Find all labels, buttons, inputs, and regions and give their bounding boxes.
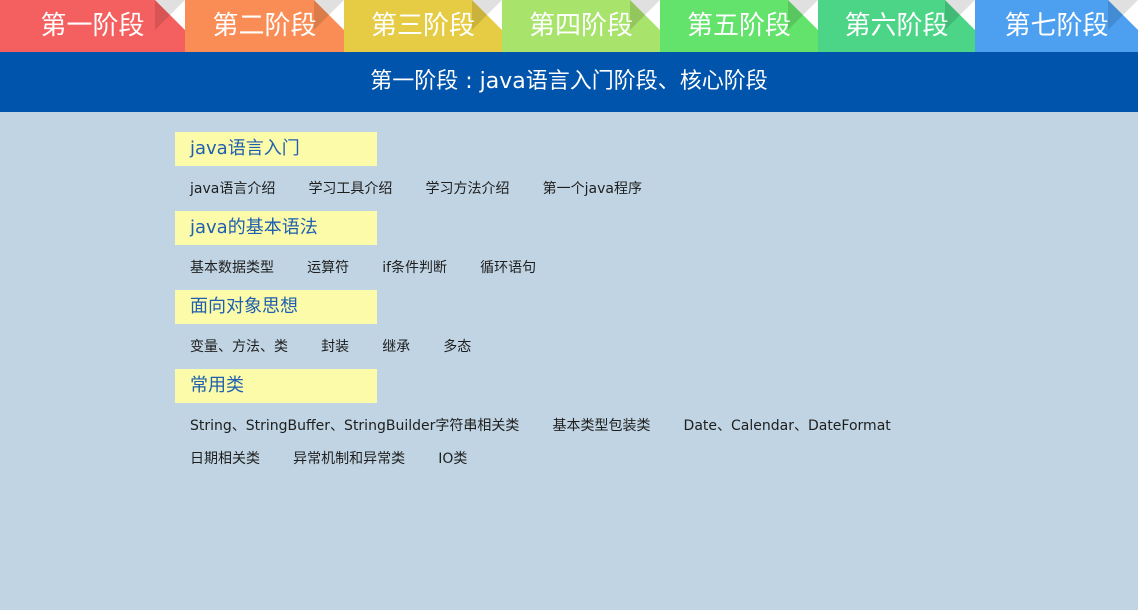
stage-title: 第一阶段 : java语言入门阶段、核心阶段 (370, 69, 768, 94)
section-java-intro: java语言入门 java语言介绍 学习工具介绍 学习方法介绍 第一个java程… (175, 132, 1075, 211)
topic-link[interactable]: 变量、方法、类 (190, 337, 288, 357)
topic-link[interactable]: 基本类型包装类 (552, 416, 650, 436)
curriculum-content: java语言入门 java语言介绍 学习工具介绍 学习方法介绍 第一个java程… (175, 132, 1075, 481)
section-title[interactable]: 常用类 (175, 369, 377, 403)
section-title[interactable]: 面向对象思想 (175, 290, 377, 324)
topic-link[interactable]: 运算符 (307, 258, 349, 278)
topic-link[interactable]: if条件判断 (382, 258, 447, 278)
stage-title-bar: 第一阶段 : java语言入门阶段、核心阶段 (0, 52, 1138, 112)
tab-label: 第一阶段 (40, 11, 145, 41)
topic-link[interactable]: Date、Calendar、DateFormat (684, 416, 891, 436)
topic-link[interactable]: 日期相关类 (190, 449, 260, 469)
section-items: java语言介绍 学习工具介绍 学习方法介绍 第一个java程序 (175, 166, 1075, 211)
tab-stage-3[interactable]: 第三阶段 (344, 0, 502, 52)
tab-stage-1[interactable]: 第一阶段 (0, 0, 185, 52)
section-title[interactable]: java语言入门 (175, 132, 377, 166)
tab-label: 第四阶段 (528, 11, 633, 41)
tab-stage-5[interactable]: 第五阶段 (660, 0, 818, 52)
topic-link[interactable]: java语言介绍 (190, 179, 275, 199)
section-title[interactable]: java的基本语法 (175, 211, 377, 245)
topic-link[interactable]: 学习工具介绍 (308, 179, 392, 199)
tab-stage-6[interactable]: 第六阶段 (818, 0, 975, 52)
section-common-classes: 常用类 String、StringBuffer、StringBuilder字符串… (175, 369, 1075, 481)
tab-stage-4[interactable]: 第四阶段 (502, 0, 660, 52)
section-java-syntax: java的基本语法 基本数据类型 运算符 if条件判断 循环语句 (175, 211, 1075, 290)
tab-label: 第六阶段 (844, 11, 949, 41)
topic-link[interactable]: 封装 (321, 337, 349, 357)
section-items: String、StringBuffer、StringBuilder字符串相关类 … (175, 403, 1075, 481)
topic-link[interactable]: 继承 (382, 337, 410, 357)
topic-link[interactable]: 多态 (443, 337, 471, 357)
topic-link[interactable]: 异常机制和异常类 (293, 449, 405, 469)
topic-link[interactable]: 第一个java程序 (543, 179, 642, 199)
stage-tabs: 第一阶段 第二阶段 第三阶段 第四阶段 第五阶段 第六阶段 第七阶段 (0, 0, 1138, 52)
section-items: 变量、方法、类 封装 继承 多态 (175, 324, 1075, 369)
tab-stage-7[interactable]: 第七阶段 (975, 0, 1138, 52)
topic-link[interactable]: 循环语句 (480, 258, 536, 278)
topic-link[interactable]: IO类 (438, 449, 467, 469)
tab-label: 第七阶段 (1004, 11, 1109, 41)
tab-stage-2[interactable]: 第二阶段 (185, 0, 344, 52)
topic-link[interactable]: 基本数据类型 (190, 258, 274, 278)
tab-label: 第三阶段 (370, 11, 475, 41)
tab-label: 第五阶段 (686, 11, 791, 41)
topic-link[interactable]: 学习方法介绍 (426, 179, 510, 199)
section-items: 基本数据类型 运算符 if条件判断 循环语句 (175, 245, 1075, 290)
tab-label: 第二阶段 (212, 11, 317, 41)
topic-link[interactable]: String、StringBuffer、StringBuilder字符串相关类 (190, 416, 519, 436)
section-oop: 面向对象思想 变量、方法、类 封装 继承 多态 (175, 290, 1075, 369)
